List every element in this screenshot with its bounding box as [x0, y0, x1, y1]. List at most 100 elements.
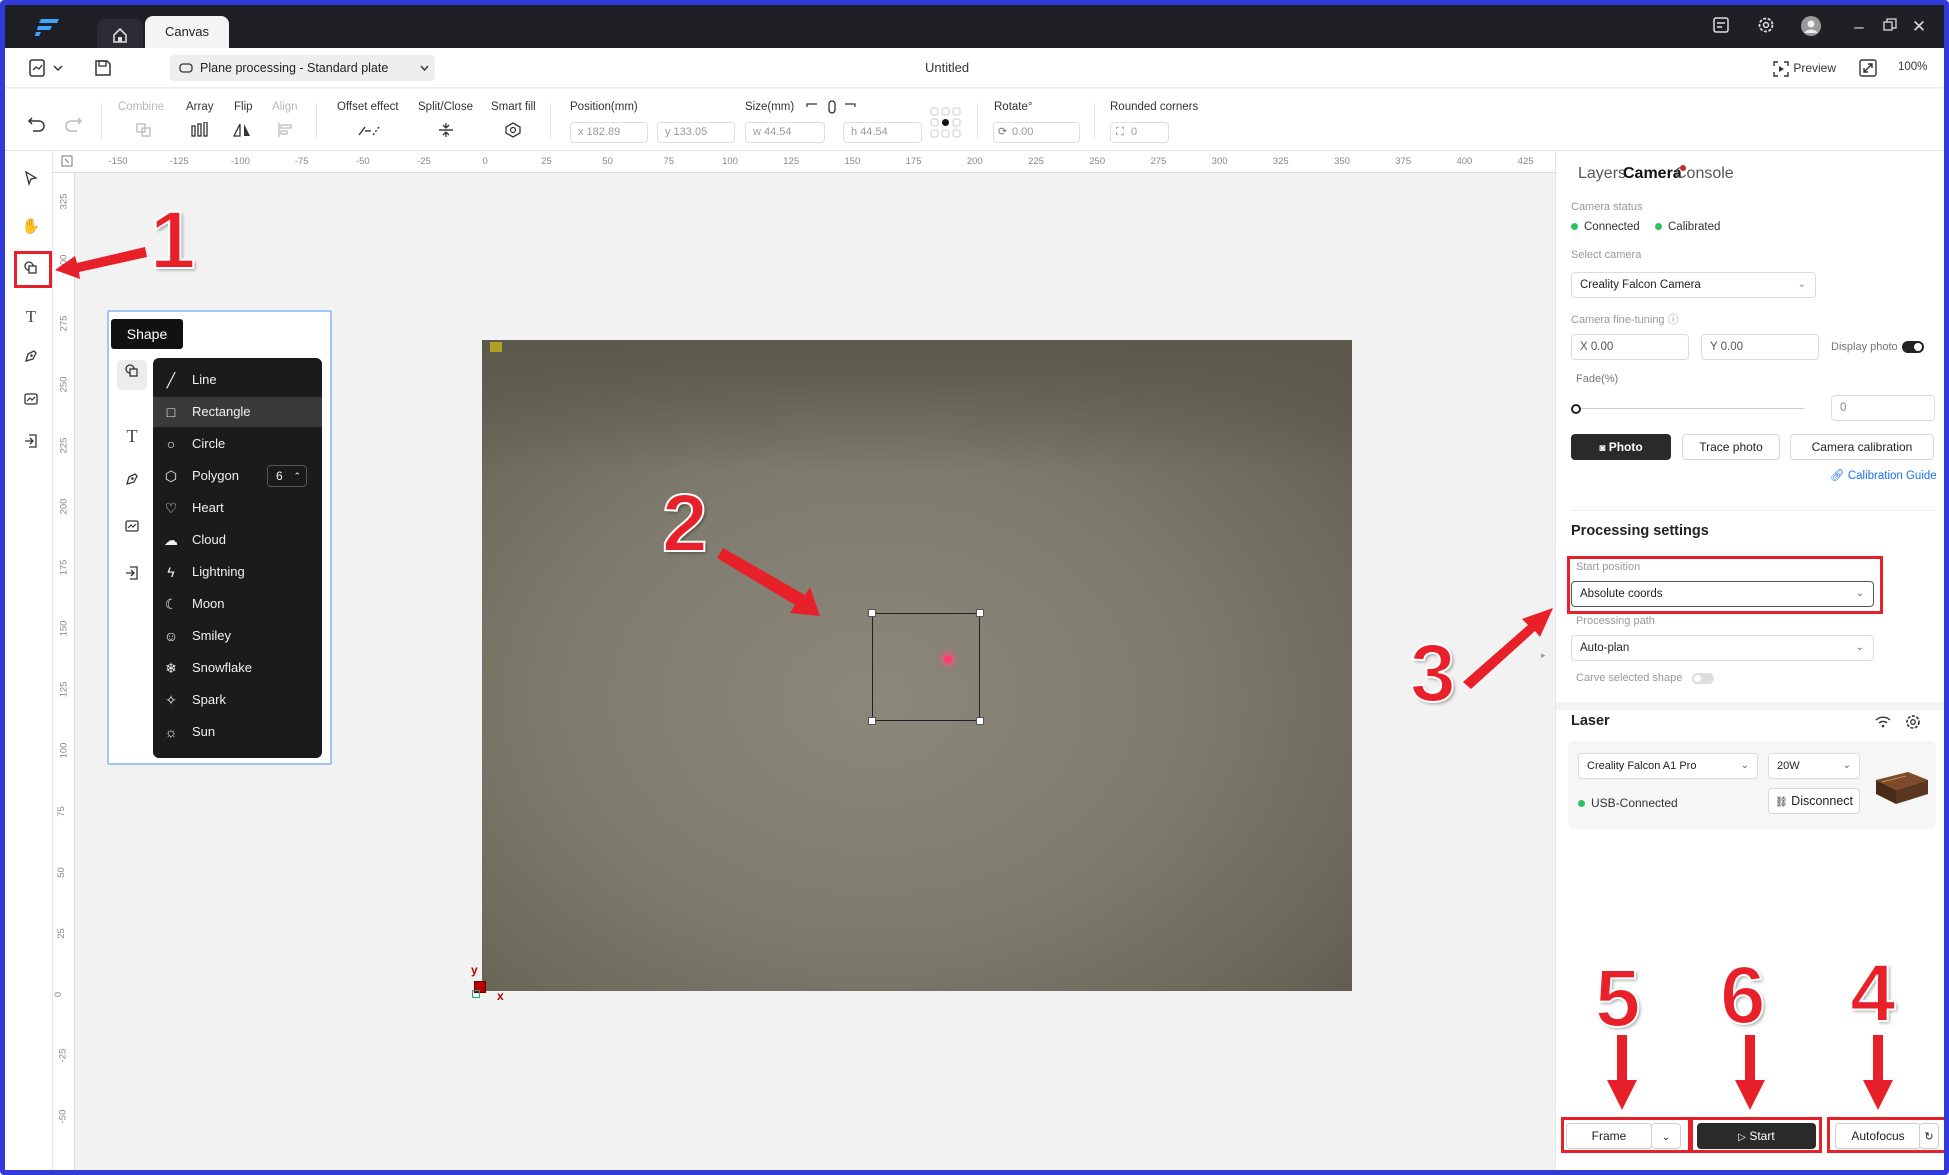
laser-power-select[interactable]: 20W ⌄ — [1768, 753, 1860, 779]
photo-button[interactable]: ◙ Photo — [1571, 434, 1671, 460]
settings-gear-icon[interactable] — [1754, 15, 1778, 39]
import-icon[interactable] — [117, 562, 147, 592]
shape-menu: ╱ Line □ Rectangle ○ Circle ⬡ Polygon 6 ⌃ ♡ Hea… — [153, 358, 322, 758]
lock-ratio-icon[interactable] — [805, 99, 861, 115]
anchor-point-grid[interactable] — [930, 107, 962, 139]
connected-text: Connected — [1584, 221, 1640, 233]
processing-mode-select[interactable]: Plane processing - Standard plate — [170, 55, 435, 81]
shape-line[interactable]: ╱ Line — [153, 365, 322, 395]
resize-handle-br[interactable] — [976, 717, 984, 725]
flip-icon[interactable] — [232, 122, 252, 138]
close-icon[interactable]: ✕ — [1907, 15, 1931, 39]
offset-effect-icon[interactable] — [357, 122, 381, 138]
tab-canvas[interactable]: Canvas — [145, 16, 229, 48]
user-avatar-icon[interactable] — [1799, 15, 1823, 39]
zoom-level[interactable]: 100% — [1898, 61, 1927, 73]
combine-icon[interactable] — [135, 122, 153, 138]
fade-slider-handle[interactable] — [1571, 404, 1581, 414]
annotation-5: 5 — [1594, 953, 1642, 1044]
text-icon[interactable]: T — [117, 421, 147, 451]
position-y-input[interactable]: y 133.05 — [657, 122, 735, 143]
resize-handle-tr[interactable] — [976, 609, 984, 617]
tab-camera[interactable]: Camera — [1623, 165, 1682, 183]
ruler-tick-label: 250 — [58, 376, 70, 393]
shape-smiley[interactable]: ☺ Smiley — [153, 621, 322, 651]
trace-photo-button[interactable]: Trace photo — [1682, 434, 1780, 460]
text-tool-icon[interactable]: T — [18, 304, 44, 330]
display-photo-toggle[interactable] — [1902, 341, 1924, 353]
shape-cloud[interactable]: ☁ Cloud — [153, 525, 322, 555]
laser-model-select[interactable]: Creality Falcon A1 Pro ⌄ — [1578, 753, 1758, 779]
calibration-guide-text: Calibration Guide — [1847, 470, 1937, 482]
document-title: Untitled — [925, 60, 970, 75]
processing-mode-value: Plane processing - Standard plate — [200, 61, 389, 75]
shape-heart[interactable]: ♡ Heart — [153, 493, 322, 523]
carve-selected-toggle[interactable] — [1692, 673, 1714, 684]
ruler-tick-label: 300 — [58, 254, 70, 271]
disconnect-button[interactable]: ⛓ Disconnect — [1768, 788, 1860, 814]
ruler-tick-label: 150 — [58, 620, 70, 637]
size-w-input[interactable]: w 44.54 — [745, 122, 825, 143]
preview-icon — [1773, 61, 1789, 77]
ruler-tick-label: -100 — [230, 156, 250, 167]
shape-polygon[interactable]: ⬡ Polygon 6 ⌃ — [153, 461, 322, 491]
fine-tuning-y-input[interactable]: Y 0.00 — [1701, 334, 1819, 360]
file-menu-button[interactable] — [27, 57, 67, 79]
minimize-icon[interactable]: – — [1847, 15, 1871, 39]
home-tab[interactable] — [97, 19, 143, 48]
resize-handle-bl[interactable] — [868, 717, 876, 725]
processing-path-select[interactable]: Auto-plan ⌄ — [1571, 635, 1874, 661]
shape-snowflake[interactable]: ❄ Snowflake — [153, 653, 322, 683]
wifi-icon[interactable] — [1874, 713, 1892, 731]
shape-sun[interactable]: ☼ Sun — [153, 717, 322, 747]
shape-lightning[interactable]: ϟ Lightning — [153, 557, 322, 587]
array-icon[interactable] — [190, 121, 210, 138]
ruler-tick-label: 0 — [53, 991, 65, 998]
camera-select[interactable]: Creality Falcon Camera ⌄ — [1571, 272, 1816, 298]
shape-moon[interactable]: ☾ Moon — [153, 589, 322, 619]
pen-tool-icon[interactable] — [18, 347, 44, 373]
chevron-down-icon: ⌄ — [1740, 760, 1749, 771]
shape-moon-label: Moon — [192, 596, 225, 611]
calibration-guide-link[interactable]: 🔗︎ Calibration Guide — [1830, 468, 1937, 482]
rotate-input[interactable]: 0.00 ⟳ — [993, 122, 1080, 143]
fit-view-icon[interactable] — [1858, 58, 1878, 78]
rounded-corners-input[interactable]: 0 ⛶ — [1110, 122, 1169, 143]
collapse-panel-icon[interactable]: ▸ — [1541, 650, 1555, 670]
image-icon[interactable] — [117, 515, 147, 545]
preview-button[interactable]: Preview — [1772, 58, 1836, 78]
laser-settings-icon[interactable] — [1904, 713, 1922, 731]
shape-circle[interactable]: ○ Circle — [153, 429, 322, 459]
camera-calibration-button[interactable]: Camera calibration — [1790, 434, 1934, 460]
fade-input[interactable]: 0 — [1831, 395, 1935, 421]
tab-layers[interactable]: Layers — [1578, 165, 1626, 183]
import-tool-icon[interactable] — [18, 432, 44, 458]
shape-rectangle[interactable]: □ Rectangle — [153, 397, 322, 427]
smart-fill-icon[interactable] — [504, 122, 522, 138]
image-tool-icon[interactable] — [18, 390, 44, 416]
shape-spark[interactable]: ✧ Spark — [153, 685, 322, 715]
rotate-icon: ⟳ — [998, 126, 1008, 138]
shape-icon[interactable] — [117, 360, 147, 390]
align-icon[interactable] — [277, 122, 295, 138]
polygon-sides-stepper[interactable]: 6 ⌃ — [267, 465, 307, 487]
pen-icon[interactable] — [117, 468, 147, 498]
fine-tuning-x-input[interactable]: X 0.00 — [1571, 334, 1689, 360]
fade-label: Fade(%) — [1576, 373, 1619, 385]
split-close-icon[interactable] — [437, 122, 455, 138]
ruler-tick-label: 25 — [55, 928, 67, 939]
redo-icon[interactable] — [63, 114, 83, 132]
restore-icon[interactable] — [1878, 15, 1902, 39]
fade-slider-track[interactable] — [1576, 408, 1804, 409]
select-tool-icon[interactable] — [18, 169, 44, 195]
undo-icon[interactable] — [27, 114, 47, 132]
size-h-input[interactable]: h 44.54 — [843, 122, 922, 143]
axis-x-label: x — [497, 989, 504, 1003]
resize-handle-tl[interactable] — [868, 609, 876, 617]
tab-console[interactable]: Console — [1675, 165, 1734, 183]
position-x-input[interactable]: x 182.89 — [570, 122, 648, 143]
selected-rectangle[interactable] — [868, 609, 984, 725]
hand-tool-icon[interactable]: ✋ — [18, 214, 44, 240]
task-list-icon[interactable] — [1709, 15, 1733, 39]
save-icon[interactable] — [93, 58, 113, 78]
